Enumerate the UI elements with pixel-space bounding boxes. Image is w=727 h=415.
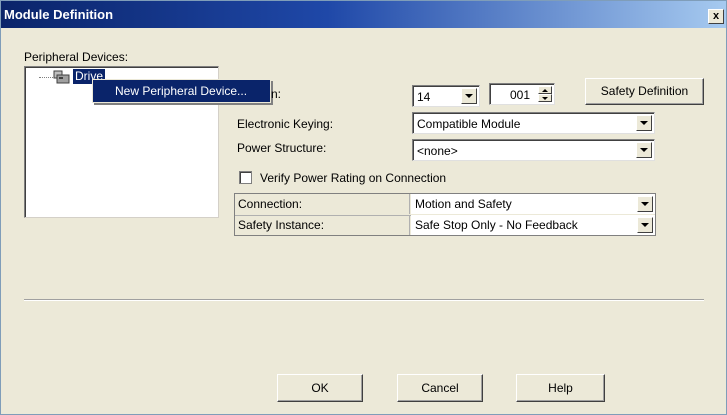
ok-button[interactable]: OK	[277, 374, 363, 402]
safety-definition-button[interactable]: Safety Definition	[585, 78, 704, 105]
chevron-down-icon[interactable]	[636, 142, 652, 158]
chevron-down-icon[interactable]	[637, 217, 653, 233]
verify-power-checkbox[interactable]	[239, 171, 252, 184]
major-revision-select[interactable]: 14	[412, 85, 480, 107]
context-menu: New Peripheral Device...	[92, 79, 271, 103]
drive-icon	[53, 70, 70, 84]
connection-grid: Connection: Motion and Safety Safety Ins…	[234, 193, 656, 236]
tree-connector	[39, 77, 53, 78]
power-structure-select[interactable]: <none>	[412, 139, 655, 161]
spin-buttons[interactable]	[538, 86, 552, 102]
title-bar[interactable]: Module Definition x	[1, 1, 726, 28]
chevron-down-icon[interactable]	[461, 88, 477, 104]
grid-row-safety-instance: Safety Instance: Safe Stop Only - No Fee…	[235, 215, 655, 236]
safety-instance-label: Safety Instance:	[235, 215, 410, 235]
separator	[24, 299, 704, 301]
electronic-keying-select[interactable]: Compatible Module	[412, 112, 655, 134]
ok-label: OK	[311, 381, 329, 395]
electronic-keying-label: Electronic Keying:	[237, 117, 334, 131]
verify-power-label: Verify Power Rating on Connection	[260, 171, 447, 185]
safety-instance-value: Safe Stop Only - No Feedback	[415, 218, 578, 232]
spin-up-icon[interactable]	[538, 86, 552, 94]
connection-value: Motion and Safety	[415, 197, 512, 211]
module-definition-dialog: Module Definition x Peripheral Devices: …	[0, 0, 727, 415]
cancel-button[interactable]: Cancel	[397, 374, 483, 402]
revision-label: n:	[271, 87, 282, 101]
safety-instance-select[interactable]: Safe Stop Only - No Feedback	[411, 215, 655, 235]
chevron-down-icon[interactable]	[637, 196, 653, 212]
connection-select[interactable]: Motion and Safety	[411, 194, 655, 214]
close-icon: x	[712, 10, 720, 22]
cancel-label: Cancel	[421, 381, 459, 395]
major-revision-value: 14	[417, 90, 431, 104]
help-label: Help	[548, 381, 573, 395]
power-structure-label: Power Structure:	[237, 141, 327, 155]
window-title: Module Definition	[4, 7, 114, 22]
power-structure-value: <none>	[417, 144, 458, 158]
peripheral-devices-label: Peripheral Devices:	[24, 50, 129, 64]
minor-revision-stepper[interactable]: 001	[489, 83, 555, 105]
minor-revision-value: 001	[510, 88, 531, 102]
chevron-down-icon[interactable]	[636, 115, 652, 131]
close-button[interactable]: x	[708, 9, 724, 24]
connection-label: Connection:	[235, 194, 410, 214]
help-button[interactable]: Help	[516, 374, 605, 402]
electronic-keying-value: Compatible Module	[417, 117, 521, 131]
spin-down-icon[interactable]	[538, 94, 552, 102]
menu-item-new-peripheral-device[interactable]: New Peripheral Device...	[115, 84, 247, 98]
grid-row-connection: Connection: Motion and Safety	[235, 194, 655, 216]
safety-definition-label: Safety Definition	[600, 84, 689, 98]
